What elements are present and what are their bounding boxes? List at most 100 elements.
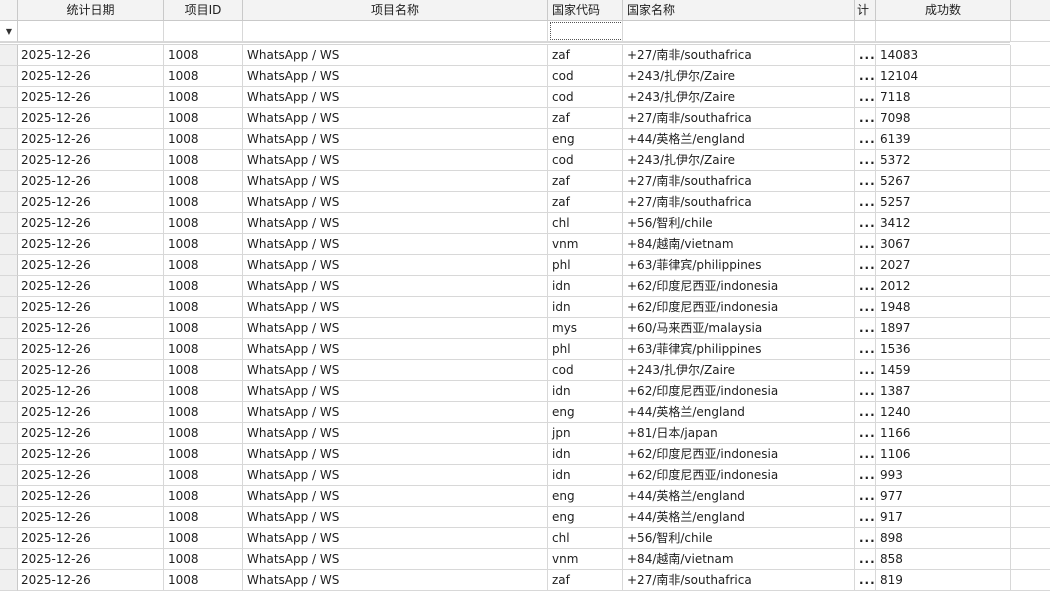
cell-country-code[interactable]: mys: [548, 318, 623, 339]
cell-success-count[interactable]: 1536: [876, 339, 1011, 360]
cell-project-id[interactable]: 1008: [164, 339, 243, 360]
cell-project-id[interactable]: 1008: [164, 381, 243, 402]
cell-truncated[interactable]: ...: [855, 192, 876, 213]
cell-success-count[interactable]: 1240: [876, 402, 1011, 423]
cell-project-name[interactable]: WhatsApp / WS: [243, 255, 548, 276]
cell-country-name[interactable]: +84/越南/vietnam: [623, 234, 855, 255]
cell-country-name[interactable]: +27/南非/southafrica: [623, 45, 855, 66]
cell-date[interactable]: 2025-12-26: [18, 108, 164, 129]
cell-date[interactable]: 2025-12-26: [18, 276, 164, 297]
cell-date[interactable]: 2025-12-26: [18, 570, 164, 591]
cell-project-id[interactable]: 1008: [164, 45, 243, 66]
row-indicator[interactable]: [0, 549, 18, 570]
cell-country-code[interactable]: vnm: [548, 234, 623, 255]
cell-truncated[interactable]: ...: [855, 66, 876, 87]
cell-truncated[interactable]: ...: [855, 150, 876, 171]
table-row[interactable]: 2025-12-26 1008 WhatsApp / WS vnm +84/越南/vie…: [0, 234, 1050, 255]
row-indicator[interactable]: [0, 402, 18, 423]
cell-project-name[interactable]: WhatsApp / WS: [243, 549, 548, 570]
cell-date[interactable]: 2025-12-26: [18, 465, 164, 486]
row-indicator[interactable]: [0, 318, 18, 339]
cell-date[interactable]: 2025-12-26: [18, 255, 164, 276]
cell-truncated[interactable]: ...: [855, 570, 876, 591]
cell-project-name[interactable]: WhatsApp / WS: [243, 339, 548, 360]
table-row[interactable]: 2025-12-26 1008 WhatsApp / WS zaf +27/南非/sou…: [0, 192, 1050, 213]
cell-success-count[interactable]: 14083: [876, 45, 1011, 66]
cell-country-code[interactable]: cod: [548, 360, 623, 381]
cell-country-name[interactable]: +56/智利/chile: [623, 213, 855, 234]
cell-country-name[interactable]: +27/南非/southafrica: [623, 570, 855, 591]
cell-date[interactable]: 2025-12-26: [18, 45, 164, 66]
cell-country-code[interactable]: cod: [548, 87, 623, 108]
cell-country-code[interactable]: phl: [548, 339, 623, 360]
row-indicator[interactable]: [0, 528, 18, 549]
cell-project-name[interactable]: WhatsApp / WS: [243, 507, 548, 528]
filter-cell-truncated[interactable]: [855, 21, 876, 42]
cell-success-count[interactable]: 1106: [876, 444, 1011, 465]
row-indicator-header[interactable]: [0, 0, 18, 21]
cell-success-count[interactable]: 12104: [876, 66, 1011, 87]
filter-cell-success-count[interactable]: [876, 21, 1011, 42]
cell-truncated[interactable]: ...: [855, 171, 876, 192]
cell-project-id[interactable]: 1008: [164, 150, 243, 171]
cell-truncated[interactable]: ...: [855, 486, 876, 507]
row-indicator[interactable]: [0, 66, 18, 87]
cell-date[interactable]: 2025-12-26: [18, 549, 164, 570]
table-row[interactable]: 2025-12-26 1008 WhatsApp / WS idn +62/印度尼西亚/…: [0, 297, 1050, 318]
cell-success-count[interactable]: 1387: [876, 381, 1011, 402]
cell-country-code[interactable]: idn: [548, 297, 623, 318]
cell-project-id[interactable]: 1008: [164, 297, 243, 318]
table-row[interactable]: 2025-12-26 1008 WhatsApp / WS cod +243/扎伊尔/Z…: [0, 360, 1050, 381]
cell-project-name[interactable]: WhatsApp / WS: [243, 486, 548, 507]
cell-truncated[interactable]: ...: [855, 318, 876, 339]
table-row[interactable]: 2025-12-26 1008 WhatsApp / WS chl +56/智利/chi…: [0, 528, 1050, 549]
table-row[interactable]: 2025-12-26 1008 WhatsApp / WS phl +63/菲律宾/ph…: [0, 255, 1050, 276]
cell-country-code[interactable]: zaf: [548, 192, 623, 213]
cell-project-id[interactable]: 1008: [164, 213, 243, 234]
cell-project-id[interactable]: 1008: [164, 465, 243, 486]
cell-project-name[interactable]: WhatsApp / WS: [243, 360, 548, 381]
cell-success-count[interactable]: 3067: [876, 234, 1011, 255]
cell-project-name[interactable]: WhatsApp / WS: [243, 129, 548, 150]
column-header-country-code[interactable]: 国家代码: [548, 0, 623, 21]
row-indicator[interactable]: [0, 570, 18, 591]
cell-project-id[interactable]: 1008: [164, 423, 243, 444]
cell-country-name[interactable]: +27/南非/southafrica: [623, 108, 855, 129]
cell-date[interactable]: 2025-12-26: [18, 423, 164, 444]
cell-date[interactable]: 2025-12-26: [18, 150, 164, 171]
table-row[interactable]: 2025-12-26 1008 WhatsApp / WS cod +243/扎伊尔/Z…: [0, 66, 1050, 87]
cell-project-name[interactable]: WhatsApp / WS: [243, 318, 548, 339]
cell-country-code[interactable]: eng: [548, 507, 623, 528]
cell-project-id[interactable]: 1008: [164, 486, 243, 507]
cell-project-name[interactable]: WhatsApp / WS: [243, 381, 548, 402]
cell-country-name[interactable]: +56/智利/chile: [623, 528, 855, 549]
column-header-project-name[interactable]: 项目名称: [243, 0, 548, 21]
filter-cell-project-id[interactable]: [164, 21, 243, 42]
filter-cell-country-name[interactable]: [623, 21, 855, 42]
cell-country-code[interactable]: zaf: [548, 45, 623, 66]
cell-country-code[interactable]: zaf: [548, 570, 623, 591]
cell-project-id[interactable]: 1008: [164, 192, 243, 213]
cell-truncated[interactable]: ...: [855, 465, 876, 486]
cell-success-count[interactable]: 898: [876, 528, 1011, 549]
cell-truncated[interactable]: ...: [855, 528, 876, 549]
cell-truncated[interactable]: ...: [855, 129, 876, 150]
cell-project-id[interactable]: 1008: [164, 318, 243, 339]
cell-country-code[interactable]: idn: [548, 465, 623, 486]
cell-country-name[interactable]: +84/越南/vietnam: [623, 549, 855, 570]
cell-project-name[interactable]: WhatsApp / WS: [243, 150, 548, 171]
cell-country-code[interactable]: eng: [548, 129, 623, 150]
cell-country-name[interactable]: +44/英格兰/england: [623, 402, 855, 423]
cell-country-code[interactable]: vnm: [548, 549, 623, 570]
cell-country-code[interactable]: cod: [548, 150, 623, 171]
cell-date[interactable]: 2025-12-26: [18, 360, 164, 381]
cell-truncated[interactable]: ...: [855, 423, 876, 444]
cell-date[interactable]: 2025-12-26: [18, 339, 164, 360]
cell-project-name[interactable]: WhatsApp / WS: [243, 402, 548, 423]
cell-success-count[interactable]: 5372: [876, 150, 1011, 171]
cell-country-name[interactable]: +243/扎伊尔/Zaire: [623, 66, 855, 87]
row-indicator[interactable]: [0, 486, 18, 507]
cell-success-count[interactable]: 7098: [876, 108, 1011, 129]
row-indicator[interactable]: [0, 129, 18, 150]
filter-cell-date[interactable]: [18, 21, 164, 42]
